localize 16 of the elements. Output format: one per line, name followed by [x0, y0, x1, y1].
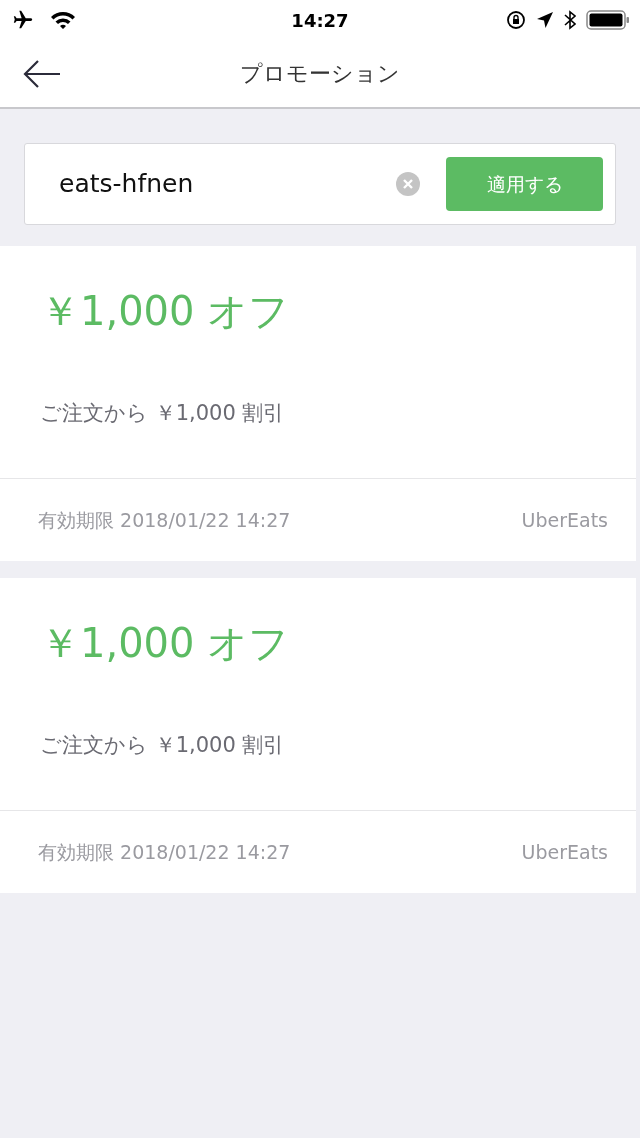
promotion-description: ご注文から ￥1,000 割引 — [40, 732, 286, 759]
promotion-title: ￥1,000 オフ — [40, 619, 291, 668]
page-title: プロモーション — [240, 60, 400, 88]
back-arrow-icon — [23, 58, 61, 89]
wifi-icon — [50, 10, 76, 30]
expiry-date: 有効期限 2018/01/22 14:27 — [38, 839, 291, 865]
battery-icon — [586, 10, 630, 30]
location-arrow-icon — [536, 11, 554, 29]
rotation-lock-icon — [506, 10, 526, 30]
provider-name: UberEats — [521, 839, 608, 865]
provider-name: UberEats — [521, 507, 608, 533]
bluetooth-icon — [564, 10, 576, 30]
expiry-date: 有効期限 2018/01/22 14:27 — [38, 507, 291, 533]
promotion-description: ご注文から ￥1,000 割引 — [40, 400, 286, 427]
status-time: 14:27 — [291, 8, 349, 33]
promotion-title: ￥1,000 オフ — [40, 287, 291, 336]
